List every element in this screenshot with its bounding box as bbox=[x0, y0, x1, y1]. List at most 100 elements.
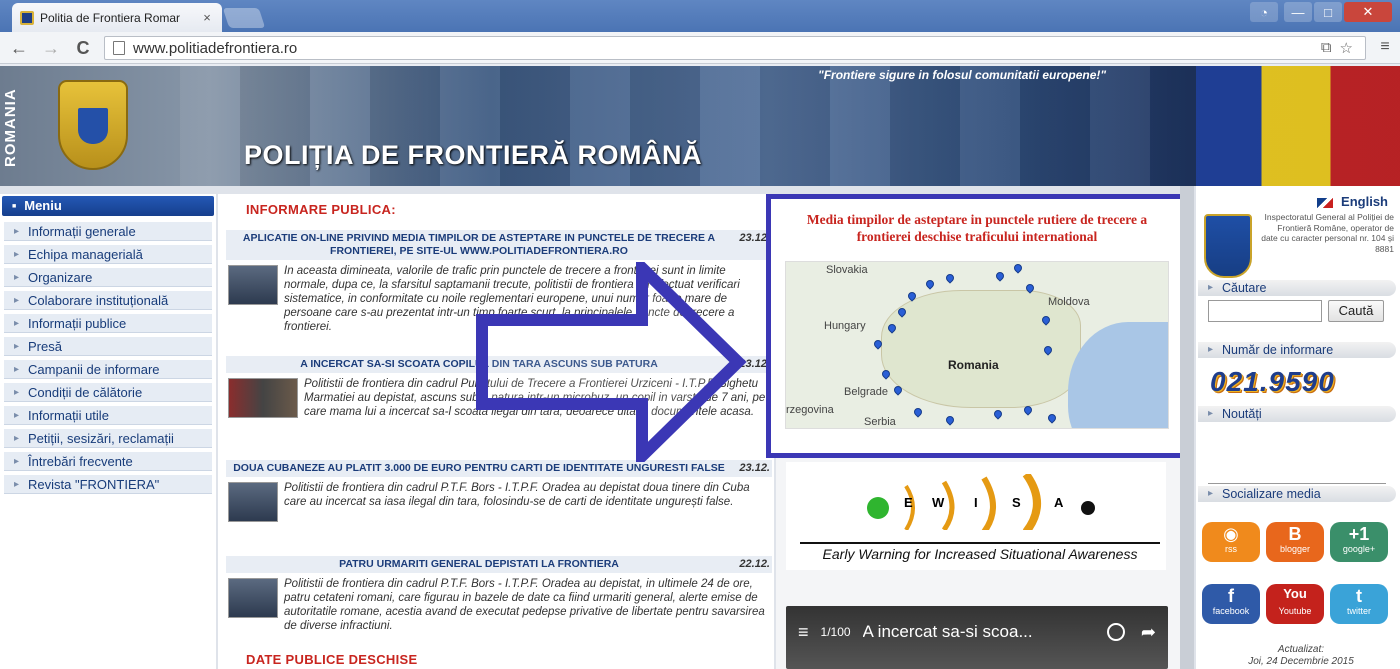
search-button[interactable]: Caută bbox=[1328, 300, 1384, 322]
menu-item-conditii-calatorie[interactable]: Condiții de călătorie bbox=[4, 383, 212, 402]
ewisa-letter: E bbox=[904, 495, 913, 510]
rss-button[interactable]: ◉ rss bbox=[1202, 522, 1260, 562]
video-title[interactable]: A incercat sa-si scoa... bbox=[863, 622, 1097, 642]
news-body-text: Politistii de frontiera din cadrul P.T.F… bbox=[284, 482, 750, 508]
section-title-date-publice[interactable]: DATE PUBLICE DESCHISE bbox=[218, 652, 417, 667]
menu-item-petitii[interactable]: Petiții, sesizări, reclamații bbox=[4, 429, 212, 448]
section-title-informare: INFORMARE PUBLICA: bbox=[246, 202, 396, 217]
menu-item-revista[interactable]: Revista "FRONTIERA" bbox=[4, 475, 212, 494]
browser-menu-icon[interactable]: ≡ bbox=[1376, 38, 1394, 56]
map-label-romania: Romania bbox=[948, 358, 999, 372]
map-pin-icon[interactable] bbox=[1046, 412, 1058, 424]
watch-later-icon[interactable] bbox=[1106, 623, 1125, 641]
user-profile-icon[interactable]: ◔ bbox=[1250, 2, 1278, 22]
language-label[interactable]: English bbox=[1341, 194, 1388, 209]
menu-item-informatii-generale[interactable]: Informații generale bbox=[4, 222, 212, 241]
news-title-text[interactable]: A INCERCAT SA-SI SCOATA COPILUL DIN TARA… bbox=[300, 358, 658, 370]
video-title-bar: ≡ 1/100 A incercat sa-si scoa... ➦ bbox=[786, 618, 1168, 646]
news-date: 23.12. bbox=[739, 462, 770, 474]
news-thumbnail[interactable] bbox=[228, 482, 278, 522]
ewisa-letter: A bbox=[1054, 495, 1064, 510]
menu-header: Meniu bbox=[2, 196, 214, 216]
map-label-hungary: Hungary bbox=[824, 320, 866, 332]
news-title-text[interactable]: APLICATIE ON-LINE PRIVIND MEDIA TIMPILOR… bbox=[243, 232, 715, 257]
last-updated: Actualizat: Joi, 24 Decembrie 2015 bbox=[1216, 644, 1386, 668]
menu-item-colaborare[interactable]: Colaborare instituțională bbox=[4, 291, 212, 310]
news-title[interactable]: PATRU URMARITI GENERAL DEPISTATI LA FRON… bbox=[226, 556, 772, 573]
news-body-text: Politistii de frontiera din cadrul Punct… bbox=[304, 378, 766, 418]
map-pin-icon[interactable] bbox=[924, 278, 936, 290]
coat-of-arms-icon bbox=[58, 80, 128, 170]
news-body-text: In aceasta dimineata, valorile de trafic… bbox=[284, 265, 740, 333]
right-sidebar: English Inspectoratul General al Poliție… bbox=[1196, 186, 1400, 669]
romanian-flag bbox=[1196, 66, 1400, 186]
news-title[interactable]: A INCERCAT SA-SI SCOATA COPILUL DIN TARA… bbox=[226, 356, 772, 373]
news-title[interactable]: APLICATIE ON-LINE PRIVIND MEDIA TIMPILOR… bbox=[226, 230, 772, 260]
maximize-button[interactable]: □ bbox=[1314, 2, 1342, 22]
border-map[interactable]: Slovakia Hungary Romania Moldova rzegovi… bbox=[785, 261, 1169, 429]
news-item: APLICATIE ON-LINE PRIVIND MEDIA TIMPILOR… bbox=[226, 230, 772, 334]
menu-item-echipa-manageriala[interactable]: Echipa managerială bbox=[4, 245, 212, 264]
news-title-text[interactable]: DOUA CUBANEZE AU PLATIT 3.000 DE EURO PE… bbox=[233, 462, 725, 474]
close-window-button[interactable]: ✕ bbox=[1344, 2, 1392, 22]
ewisa-letter: I bbox=[974, 495, 978, 510]
menu-item-organizare[interactable]: Organizare bbox=[4, 268, 212, 287]
twitter-button[interactable]: t twitter bbox=[1330, 584, 1388, 624]
info-number-header: Număr de informare bbox=[1198, 342, 1396, 358]
forward-button[interactable]: → bbox=[40, 38, 62, 58]
map-pin-icon[interactable] bbox=[1012, 262, 1024, 274]
browser-titlebar: Politia de Frontiera Romar × ◔ — □ ✕ bbox=[0, 0, 1400, 32]
language-link[interactable]: English bbox=[1317, 194, 1388, 209]
last-updated-date: Joi, 24 Decembrie 2015 bbox=[1248, 656, 1354, 667]
video-player[interactable]: ≡ 1/100 A incercat sa-si scoa... ➦ bbox=[786, 606, 1168, 669]
minimize-button[interactable]: — bbox=[1284, 2, 1312, 22]
search-input[interactable] bbox=[1208, 300, 1322, 322]
map-pin-icon[interactable] bbox=[992, 408, 1004, 420]
url-text[interactable]: www.politiadefrontiera.ro bbox=[133, 40, 297, 57]
news-thumbnail[interactable] bbox=[228, 265, 278, 305]
last-updated-label: Actualizat: bbox=[1277, 644, 1325, 655]
map-pin-icon[interactable] bbox=[994, 270, 1006, 282]
menu-item-intrebari[interactable]: Întrebări frecvente bbox=[4, 452, 212, 471]
social-media-header: Socializare media bbox=[1198, 486, 1396, 502]
map-label-bosnia: rzegovina bbox=[786, 404, 834, 416]
googleplus-button[interactable]: +1 google+ bbox=[1330, 522, 1388, 562]
playlist-icon[interactable]: ≡ bbox=[798, 622, 809, 643]
map-pin-icon[interactable] bbox=[944, 272, 956, 284]
back-button[interactable]: ← bbox=[8, 38, 30, 58]
ewisa-banner[interactable]: E W I S A Early Warning for Increased Si… bbox=[786, 462, 1166, 570]
reload-button[interactable]: C bbox=[72, 38, 94, 58]
map-pin-icon[interactable] bbox=[944, 414, 956, 426]
news-title[interactable]: DOUA CUBANEZE AU PLATIT 3.000 DE EURO PE… bbox=[226, 460, 772, 477]
news-ticker bbox=[1208, 440, 1386, 484]
browser-tab[interactable]: Politia de Frontiera Romar × bbox=[12, 3, 222, 32]
favicon-icon bbox=[20, 10, 34, 25]
new-tab-button[interactable] bbox=[222, 8, 266, 28]
share-icon[interactable]: ➦ bbox=[1141, 622, 1156, 643]
menu-item-informatii-publice[interactable]: Informații publice bbox=[4, 314, 212, 333]
rss-icon: ◉ bbox=[1223, 524, 1239, 544]
map-label-moldova: Moldova bbox=[1048, 296, 1090, 308]
bookmark-star-icon[interactable]: ☆ bbox=[1340, 39, 1353, 57]
googleplus-label: google+ bbox=[1342, 544, 1376, 554]
address-bar[interactable]: www.politiadefrontiera.ro ⧉ ☆ bbox=[104, 36, 1366, 60]
translate-icon[interactable]: ⧉ bbox=[1321, 39, 1332, 57]
menu-item-campanii[interactable]: Campanii de informare bbox=[4, 360, 212, 379]
news-thumbnail[interactable] bbox=[228, 378, 298, 418]
news-thumbnail[interactable] bbox=[228, 578, 278, 618]
news-item: PATRU URMARITI GENERAL DEPISTATI LA FRON… bbox=[226, 556, 772, 633]
twitter-icon: t bbox=[1356, 586, 1362, 606]
menu-item-presa[interactable]: Presă bbox=[4, 337, 212, 356]
news-body: Politistii de frontiera din cadrul P.T.F… bbox=[226, 577, 772, 633]
news-body: Politistii de frontiera din cadrul Punct… bbox=[226, 377, 772, 419]
menu-item-informatii-utile[interactable]: Informații utile bbox=[4, 406, 212, 425]
waiting-times-box[interactable]: Media timpilor de asteptare in punctele … bbox=[766, 194, 1188, 458]
youtube-button[interactable]: You Youtube bbox=[1266, 584, 1324, 624]
facebook-button[interactable]: f facebook bbox=[1202, 584, 1260, 624]
waiting-times-title[interactable]: Media timpilor de asteptare in punctele … bbox=[771, 199, 1183, 245]
news-title-text[interactable]: PATRU URMARITI GENERAL DEPISTATI LA FRON… bbox=[339, 558, 619, 570]
map-pin-icon[interactable] bbox=[912, 406, 924, 418]
tab-close-icon[interactable]: × bbox=[200, 10, 214, 25]
ewisa-letter: S bbox=[1012, 495, 1021, 510]
blogger-button[interactable]: B blogger bbox=[1266, 522, 1324, 562]
